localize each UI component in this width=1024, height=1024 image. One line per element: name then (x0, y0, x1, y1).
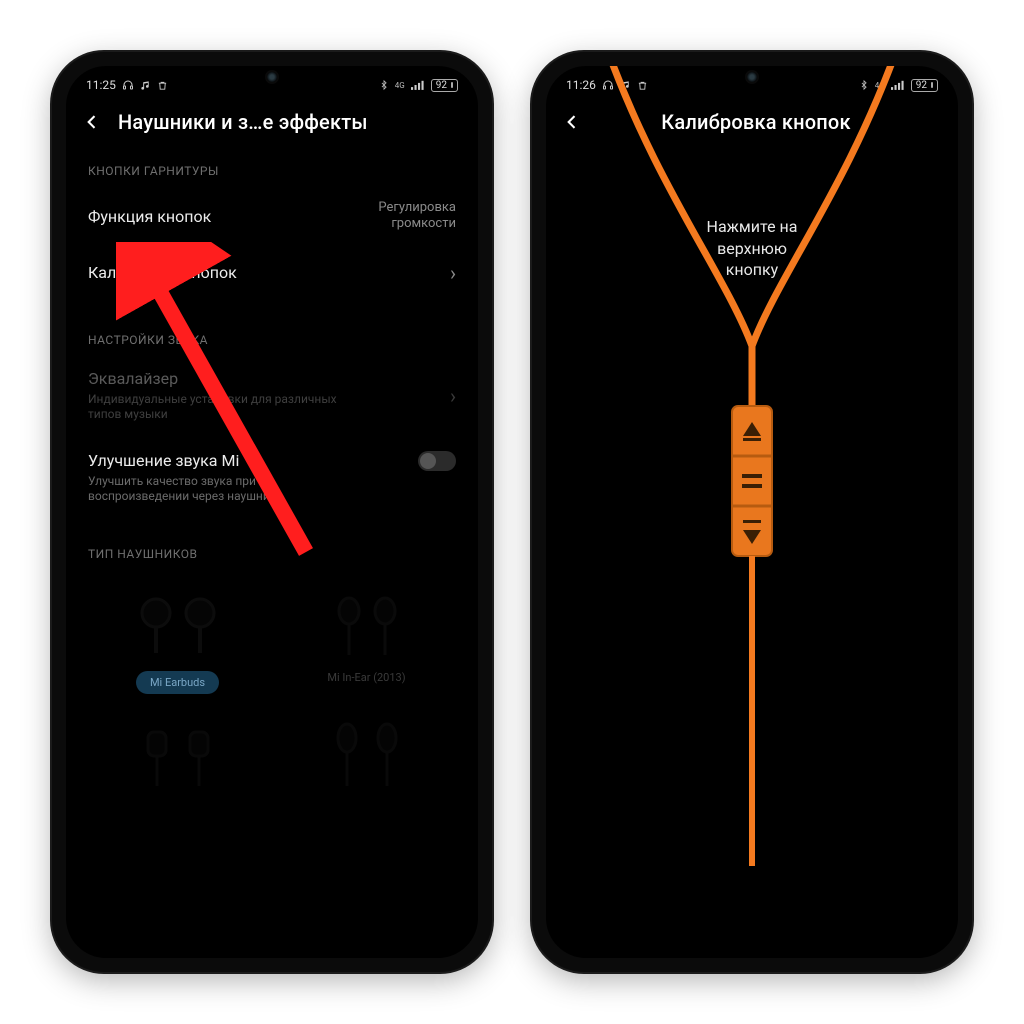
row-label: Функция кнопок (88, 207, 211, 226)
headphone-name: Mi In-Ear (2013) (327, 671, 405, 684)
phone-mockup-left: 11:25 4G 92 Наушники и з…е эффекты КНОПК… (52, 52, 492, 972)
status-time: 11:25 (86, 78, 116, 92)
network-4g-label: 4G (395, 81, 405, 90)
chevron-right-icon: › (442, 261, 456, 285)
capsule-icon (307, 704, 427, 794)
in-ear-icon (307, 575, 427, 665)
back-button[interactable] (80, 110, 104, 134)
earbuds-icon (118, 575, 238, 665)
row-button-calibration[interactable]: Калибровка кнопок › (66, 247, 478, 299)
row-subtitle: Улучшить качество звука при воспроизведе… (88, 474, 348, 505)
instruction-text: Нажмите на верхнюю кнопку (707, 216, 798, 281)
headphone-option[interactable]: Mi In-Ear (2013) (277, 575, 456, 694)
section-headset-buttons: КНОПКИ ГАРНИТУРЫ (66, 146, 478, 186)
headphone-option[interactable] (277, 704, 456, 800)
headphone-option[interactable]: Mi Earbuds (88, 575, 267, 694)
row-label: Калибровка кнопок (88, 263, 237, 282)
settings-content: КНОПКИ ГАРНИТУРЫ Функция кнопок Регулиро… (66, 142, 478, 954)
row-equalizer[interactable]: Эквалайзер Индивидуальные установки для … (66, 355, 478, 437)
bluetooth-icon (379, 79, 389, 91)
page-title: Наушники и з…е эффекты (118, 110, 368, 134)
row-label: Улучшение звука Mi (88, 451, 348, 470)
row-button-function[interactable]: Функция кнопок Регулировка громкости (66, 186, 478, 247)
battery-indicator: 92 (431, 79, 458, 92)
app-bar: Наушники и з…е эффекты (66, 100, 478, 142)
music-icon (140, 80, 151, 91)
calibration-illustration: Нажмите на верхнюю кнопку (546, 66, 958, 878)
chevron-right-icon: › (442, 384, 456, 408)
piston-icon (118, 704, 238, 794)
notch (192, 66, 352, 90)
headphone-option[interactable] (88, 704, 267, 800)
headphone-cable-icon (546, 66, 958, 866)
signal-icon (411, 80, 425, 90)
headphone-name: Mi Earbuds (136, 671, 219, 694)
row-subtitle: Индивидуальные установки для различных т… (88, 392, 348, 423)
row-mi-sound-enhance[interactable]: Улучшение звука Mi Улучшить качество зву… (66, 437, 478, 519)
chevron-left-icon (82, 112, 102, 132)
row-value: Регулировка громкости (378, 200, 456, 233)
notch (672, 66, 832, 90)
phone-mockup-right: 11:26 4G 92 Калибровка кнопок (532, 52, 972, 972)
section-sound-settings: НАСТРОЙКИ ЗВУКА (66, 299, 478, 355)
remote-body (732, 406, 772, 556)
section-headphone-type: ТИП НАУШНИКОВ (66, 519, 478, 569)
headphone-icon (122, 79, 134, 91)
row-label: Эквалайзер (88, 369, 348, 388)
toggle-switch[interactable] (418, 451, 456, 471)
trash-icon (157, 80, 168, 91)
